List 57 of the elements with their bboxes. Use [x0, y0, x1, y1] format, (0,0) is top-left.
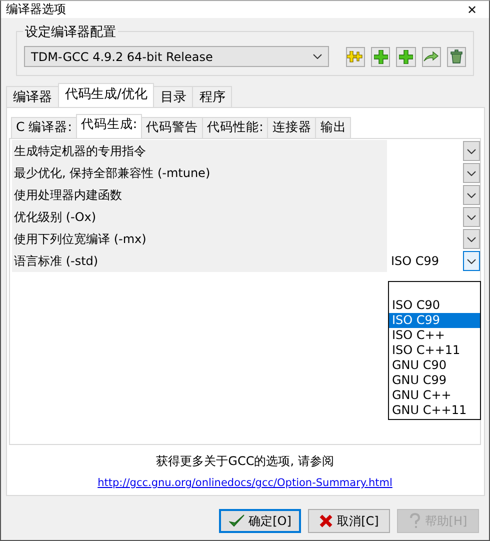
- checkmark-icon: [228, 514, 245, 528]
- chevron-down-icon: [467, 214, 476, 220]
- option-label: 优化级别 (-Ox): [12, 206, 387, 228]
- double-plus-icon: [347, 50, 364, 62]
- close-icon: [319, 514, 334, 528]
- dropdown-item[interactable]: ISO C99: [389, 313, 480, 328]
- chevron-down-icon: [467, 236, 476, 242]
- compiler-dropdown[interactable]: TDM-GCC 4.9.2 64-bit Release: [24, 46, 330, 67]
- window-title: 编译器选项: [6, 1, 66, 18]
- chevron-down-icon: [313, 54, 322, 59]
- tab[interactable]: 程序: [192, 86, 232, 107]
- group-label: 设定编译器配置: [23, 23, 118, 41]
- tab[interactable]: 代码生成/优化: [58, 83, 154, 107]
- chevron-down-icon: [467, 258, 476, 264]
- option-label: 使用下列位宽编译 (-mx): [12, 228, 387, 250]
- chevron-down-icon: [467, 192, 476, 198]
- chevron-down-icon: [467, 170, 476, 176]
- rename-button[interactable]: [422, 46, 441, 66]
- tab[interactable]: 代码警告: [141, 117, 204, 138]
- question-mark-icon: [408, 513, 421, 529]
- info-text: 获得更多关于GCC的选项, 请参阅: [155, 453, 335, 470]
- trash-icon: [450, 49, 463, 64]
- dropdown-item[interactable]: ISO C90: [389, 298, 480, 313]
- tab[interactable]: 输出: [315, 117, 352, 138]
- add-button[interactable]: [371, 46, 390, 66]
- dropdown-item[interactable]: ISO C++: [389, 328, 480, 343]
- option-label: 使用处理器内建函数: [12, 184, 387, 206]
- option-value: ISO C99: [391, 254, 440, 268]
- delete-button[interactable]: [446, 46, 466, 66]
- help-link[interactable]: http://gcc.gnu.org/onlinedocs/gcc/Option-Summary.html: [98, 477, 392, 489]
- dropdown-button[interactable]: [463, 141, 480, 161]
- dialog-button[interactable]: 取消[C]: [308, 509, 390, 533]
- dropdown-item[interactable]: ISO C++11: [389, 343, 480, 358]
- dropdown-item[interactable]: GNU C90: [389, 358, 480, 373]
- dropdown-button[interactable]: [463, 229, 480, 249]
- option-label: 最少优化, 保持全部兼容性 (-mtune): [12, 162, 387, 184]
- add-multiple-button[interactable]: [346, 46, 366, 66]
- dropdown-button[interactable]: [463, 163, 480, 183]
- dropdown-item[interactable]: GNU C++: [389, 388, 480, 403]
- dialog-button[interactable]: 确定[O]: [219, 509, 301, 533]
- arrow-icon: [423, 50, 440, 62]
- plus-icon: [398, 50, 413, 64]
- chevron-down-icon: [467, 148, 476, 154]
- plus-icon: [374, 50, 388, 64]
- option-label: 生成特定机器的专用指令: [12, 140, 387, 162]
- option-label: 语言标准 (-std): [12, 250, 387, 272]
- dropdown-button[interactable]: [463, 251, 480, 271]
- tab[interactable]: 连接器: [267, 117, 316, 138]
- dropdown-item[interactable]: GNU C++11: [389, 403, 480, 418]
- tab[interactable]: C 编译器:: [11, 117, 77, 138]
- dropdown-button[interactable]: [463, 207, 480, 227]
- add-button[interactable]: [396, 46, 416, 66]
- dropdown-button[interactable]: [463, 185, 480, 205]
- tab[interactable]: 代码性能:: [202, 117, 268, 138]
- tab[interactable]: 编译器: [6, 86, 59, 107]
- close-button[interactable]: ✕: [460, 2, 483, 16]
- dropdown-item[interactable]: GNU C99: [389, 373, 480, 388]
